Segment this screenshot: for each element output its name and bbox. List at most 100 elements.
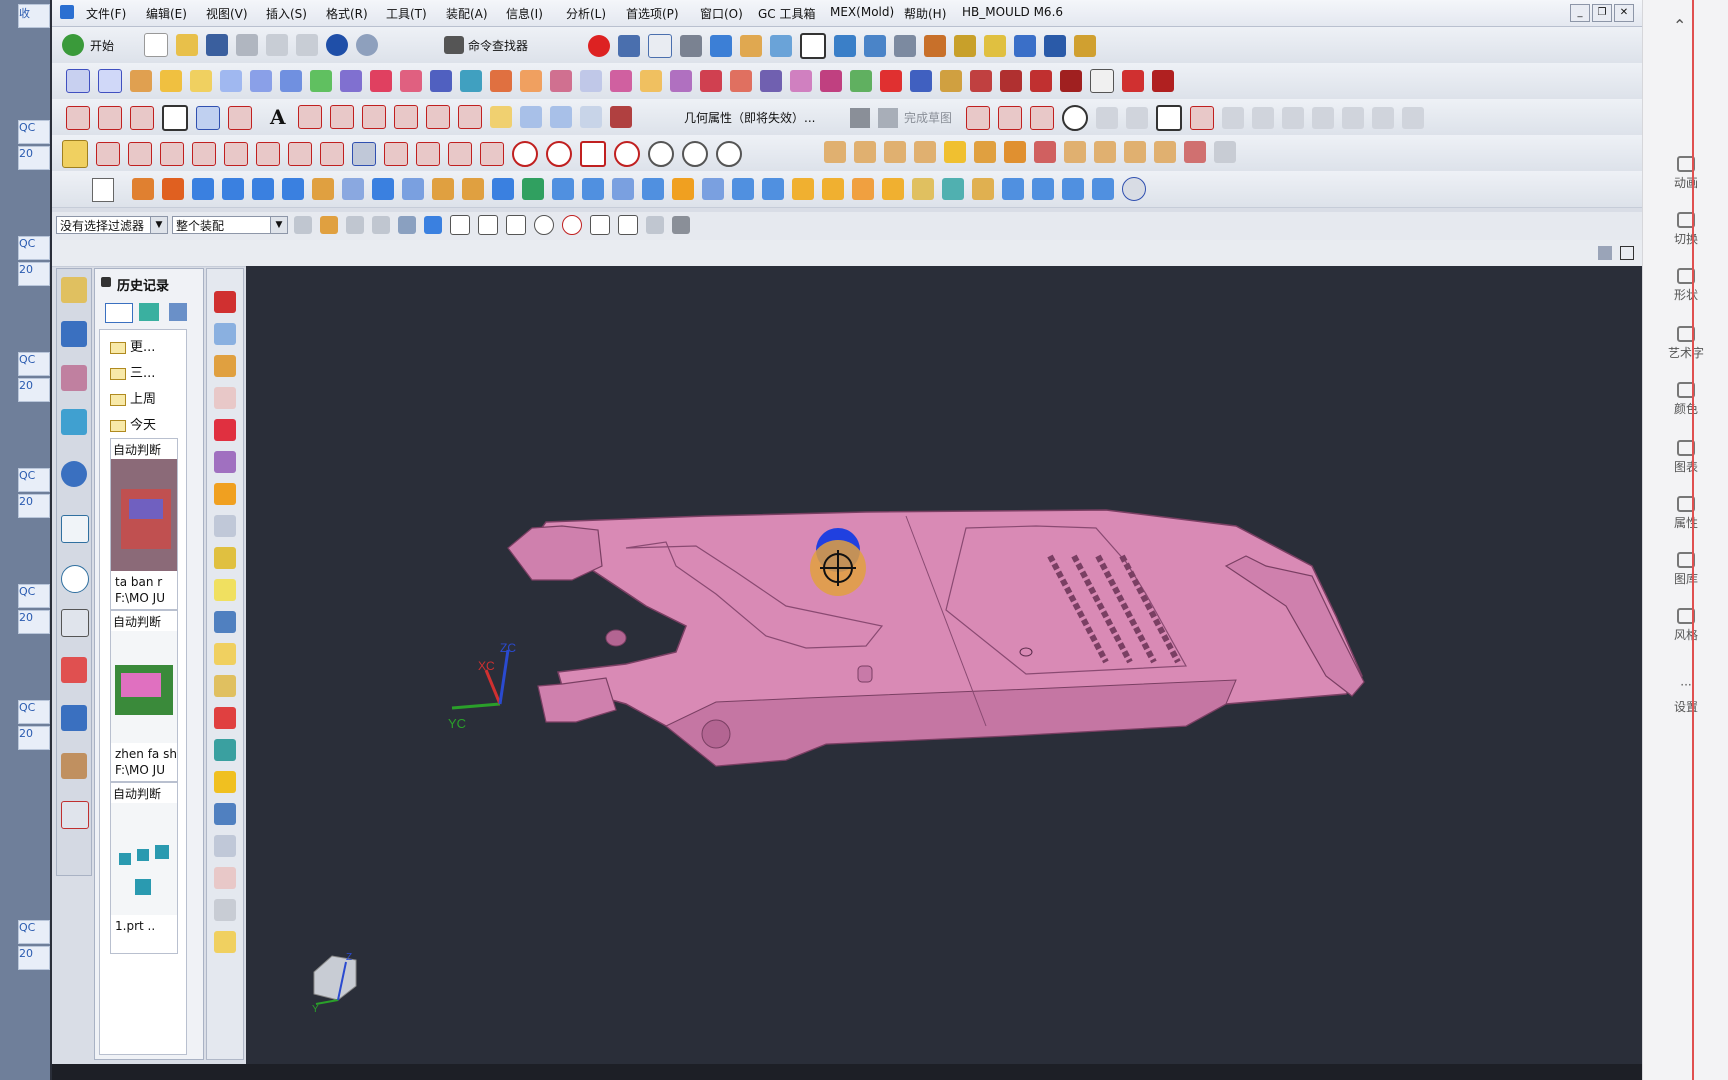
enlarge-icon[interactable] <box>490 70 512 92</box>
copy-face-icon[interactable] <box>1154 141 1176 163</box>
side-item-shape[interactable]: 形状 <box>1643 268 1728 303</box>
split-body-icon[interactable] <box>700 70 722 92</box>
side-item-style[interactable]: 风格 <box>1643 608 1728 643</box>
patch-icon[interactable] <box>460 70 482 92</box>
snap-arc-center-icon[interactable] <box>224 142 248 166</box>
assembly-scope-dropdown[interactable]: 整个装配 ▼ <box>172 216 288 234</box>
save-icon[interactable] <box>206 34 228 56</box>
redo-icon[interactable] <box>356 34 378 56</box>
side-item-switch[interactable]: 切换 <box>1643 212 1728 247</box>
menu-tools[interactable]: 工具(T) <box>386 5 427 22</box>
helix-icon[interactable] <box>1122 70 1144 92</box>
reflection-icon[interactable] <box>760 70 782 92</box>
replace-face-icon[interactable] <box>1004 141 1026 163</box>
shield-icon[interactable] <box>162 178 184 200</box>
solid-body-icon[interactable] <box>398 216 416 234</box>
parting-tools-icon[interactable] <box>214 547 236 569</box>
profile-icon[interactable] <box>966 106 990 130</box>
menu-edit[interactable]: 编辑(E) <box>146 5 187 22</box>
sketch-fillet-icon[interactable] <box>1096 107 1118 129</box>
undo-icon[interactable] <box>326 34 348 56</box>
pink-part-model[interactable] <box>507 509 1365 767</box>
snap-circle-3-icon[interactable] <box>614 141 640 167</box>
curve-on-surface-icon[interactable] <box>580 106 602 128</box>
history-folder[interactable]: 三... <box>110 362 180 384</box>
law-curve-icon[interactable] <box>1152 70 1174 92</box>
sphere-icon[interactable] <box>282 178 304 200</box>
simplify-icon[interactable] <box>1032 178 1054 200</box>
snap-circle-icon[interactable] <box>512 141 538 167</box>
snap-pole-icon[interactable] <box>416 142 440 166</box>
analysis-icon[interactable] <box>984 35 1006 57</box>
snap-quadrant-2-icon[interactable] <box>562 215 582 235</box>
geometry-props-button[interactable]: 几何属性（即将失效）... <box>684 109 815 126</box>
deselect-icon[interactable] <box>346 216 364 234</box>
hole-icon[interactable] <box>372 178 394 200</box>
snap-midpoint-icon[interactable] <box>128 142 152 166</box>
thicken-icon[interactable] <box>702 178 724 200</box>
divide-face-icon[interactable] <box>670 70 692 92</box>
intersect-curve-icon[interactable] <box>362 105 386 129</box>
selection-mode-icon[interactable] <box>62 140 88 168</box>
side-item-wordart[interactable]: 艺术字 <box>1643 326 1728 361</box>
orient-view-icon[interactable] <box>680 35 702 57</box>
menu-window[interactable]: 窗口(O) <box>700 5 743 22</box>
ruler-icon[interactable] <box>1074 35 1096 57</box>
divide-curve-icon[interactable] <box>1000 70 1022 92</box>
snap-icon[interactable] <box>864 35 886 57</box>
maximize-view-icon[interactable] <box>1620 246 1634 260</box>
offset-face-icon[interactable] <box>944 141 966 163</box>
combine-icon[interactable] <box>730 70 752 92</box>
side-item-settings[interactable]: ··· 设置 <box>1643 679 1728 715</box>
snap-point-2-icon[interactable] <box>646 216 664 234</box>
process-studio-icon[interactable] <box>61 609 89 637</box>
menu-analysis[interactable]: 分析(L) <box>566 5 606 22</box>
cone-2-icon[interactable] <box>1092 178 1114 200</box>
snap-intersection-icon[interactable] <box>192 142 216 166</box>
trim-curve-icon[interactable] <box>970 70 992 92</box>
resize-face-icon[interactable] <box>1064 141 1086 163</box>
snap-circle-6-icon[interactable] <box>716 141 742 167</box>
make-corner-icon[interactable] <box>1342 107 1364 129</box>
sketch-line-icon[interactable] <box>998 106 1022 130</box>
geometry-props-icon[interactable] <box>610 106 632 128</box>
sheet-icon[interactable] <box>1090 69 1114 93</box>
snap-tangent-icon[interactable] <box>288 142 312 166</box>
family-mold-icon[interactable] <box>214 483 236 505</box>
web-browser-icon[interactable] <box>61 461 87 487</box>
patch-body-icon[interactable] <box>882 178 904 200</box>
shell-icon[interactable] <box>642 178 664 200</box>
plane-icon[interactable] <box>98 69 122 93</box>
assembly-navigator-icon[interactable] <box>61 277 87 303</box>
sketch-circle-icon[interactable] <box>1062 105 1088 131</box>
select-all-icon[interactable] <box>294 216 312 234</box>
circle-icon[interactable] <box>130 106 154 130</box>
section-curve-icon[interactable] <box>490 106 512 128</box>
minimize-button[interactable]: _ <box>1570 4 1590 22</box>
revolve-icon[interactable] <box>342 178 364 200</box>
side-item-chart[interactable]: 图表 <box>1643 440 1728 475</box>
side-item-properties[interactable]: 属性 <box>1643 496 1728 531</box>
chamfer-icon[interactable] <box>612 178 634 200</box>
menu-mex-mold[interactable]: MEX(Mold) <box>830 5 894 19</box>
delete-face-icon[interactable] <box>1034 141 1056 163</box>
bridge-icon[interactable] <box>310 70 332 92</box>
system-scenes-icon[interactable] <box>61 753 87 779</box>
mirror-face-icon[interactable] <box>1124 141 1146 163</box>
project-init-icon[interactable] <box>214 323 236 345</box>
history-folder[interactable]: 更... <box>110 336 180 358</box>
snap-endpoint-2-icon[interactable] <box>478 215 498 235</box>
play-icon[interactable] <box>1014 35 1036 57</box>
wrap-icon[interactable] <box>550 106 572 128</box>
background-icon[interactable] <box>800 33 826 59</box>
open-file-icon[interactable] <box>176 34 198 56</box>
reuse-library-icon[interactable] <box>61 409 87 435</box>
runner-icon[interactable] <box>214 771 236 793</box>
cut-face-icon[interactable] <box>1184 141 1206 163</box>
join-curve-icon[interactable] <box>426 105 450 129</box>
snap-midpoint-2-icon[interactable] <box>506 215 526 235</box>
sketch-rect-2-icon[interactable] <box>1156 105 1182 131</box>
sketch-chamfer-icon[interactable] <box>1126 107 1148 129</box>
mold-base-icon[interactable] <box>132 178 154 200</box>
electrode-icon[interactable] <box>214 835 236 857</box>
